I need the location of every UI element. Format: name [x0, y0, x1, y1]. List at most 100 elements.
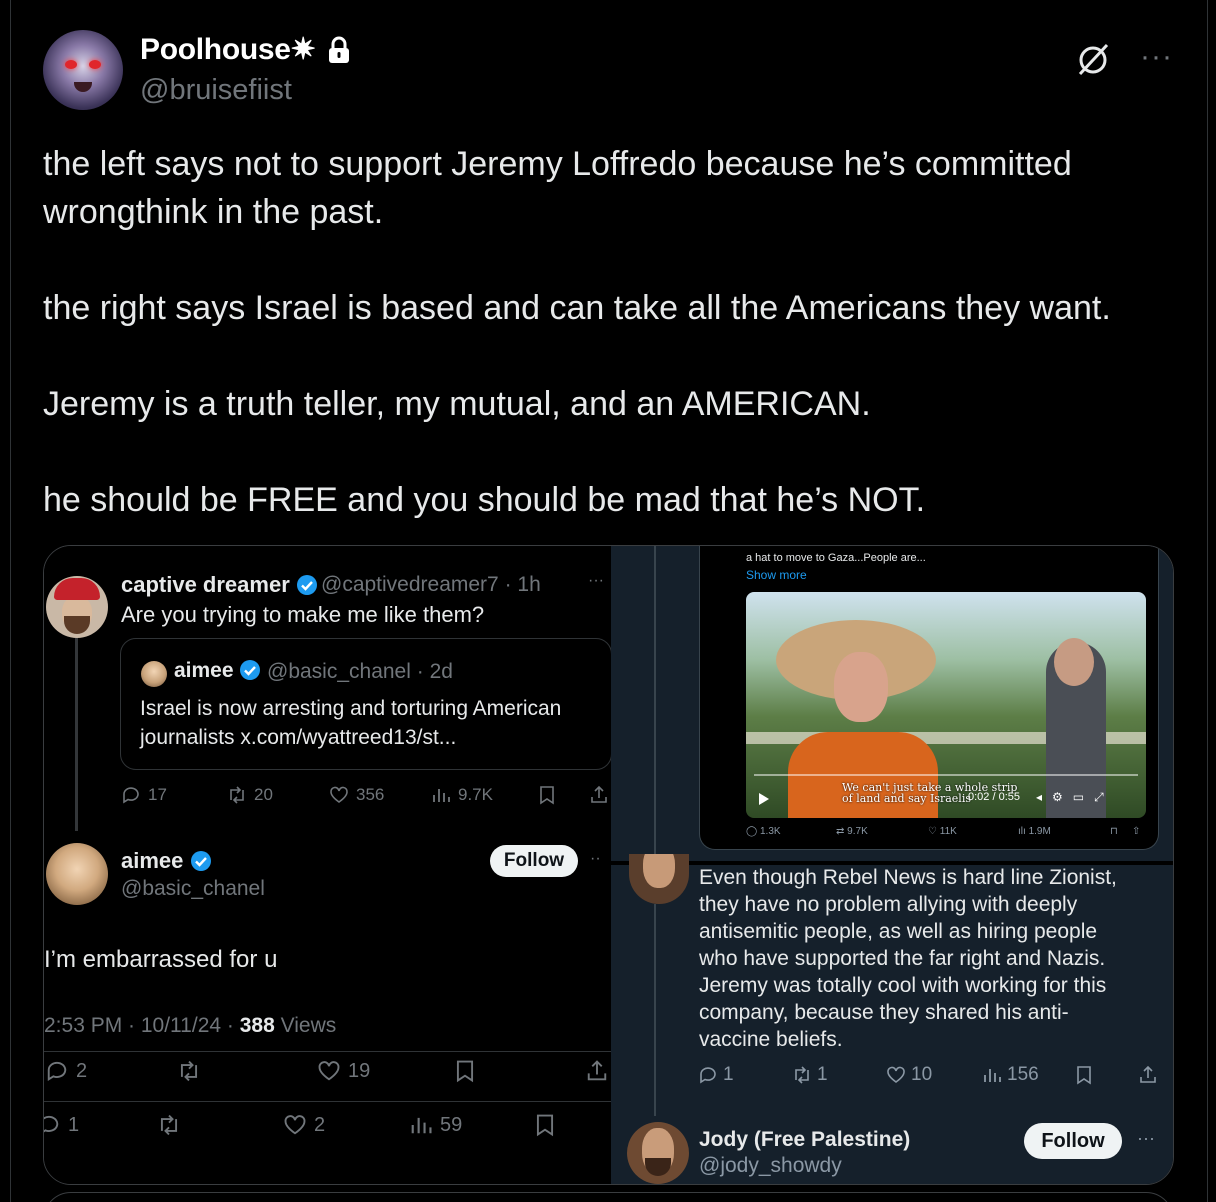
heart-icon	[330, 786, 348, 803]
captive-dreamer-avatar	[46, 576, 108, 638]
share-button	[588, 784, 610, 806]
repost-button	[176, 1058, 202, 1084]
author-avatar[interactable]	[43, 30, 123, 110]
quoted-text-snippet: a hat to move to Gaza...People are...	[746, 552, 926, 564]
like-count-value: 19	[348, 1059, 371, 1082]
analytics-icon	[984, 1069, 1001, 1082]
bookmark-icon	[456, 1060, 474, 1083]
reply-icon	[700, 1067, 716, 1084]
tweet-text: Are you trying to make me like them?	[121, 602, 485, 627]
bookmark-button	[532, 1112, 558, 1138]
left-frame-line	[10, 0, 11, 1202]
thread-line	[75, 636, 78, 831]
view-count: 9.7K	[430, 784, 493, 806]
avatar-eye	[89, 60, 101, 69]
video-controls: ◂⚙▭⤢	[1036, 790, 1114, 805]
share-button	[1137, 1064, 1159, 1086]
heart-icon	[284, 1115, 306, 1135]
repost-button	[156, 1112, 182, 1138]
quote-author-name: aimee	[174, 659, 261, 683]
quote-author-name-text: aimee	[174, 659, 234, 682]
reply-count: 1	[44, 1112, 79, 1138]
show-more-link: Show more	[746, 568, 807, 582]
aimee-handle: @basic_chanel	[121, 877, 265, 900]
divider	[44, 1051, 611, 1052]
view-count: 156	[981, 1064, 1039, 1086]
quoted-video-tweet: a hat to move to Gaza...People are... Sh…	[699, 546, 1159, 850]
repost-count: ⇄ 9.7K	[836, 826, 868, 837]
share-icon	[591, 785, 607, 803]
avatar-hat	[54, 578, 100, 600]
jody-handle: @jody_showdy	[699, 1154, 842, 1177]
aimee-name: aimee	[121, 848, 212, 874]
play-icon	[759, 793, 769, 805]
like-count-value: 2	[314, 1113, 326, 1136]
tweet-author-name: captive dreamer	[121, 572, 318, 598]
quote-text: Israel is now arresting and torturing Am…	[140, 697, 562, 749]
quote-author-handle: @basic_chanel · 2d	[267, 660, 453, 683]
view-count-value: 156	[1007, 1064, 1039, 1085]
jody-avatar-partial	[629, 854, 689, 904]
more-icon: ···	[1137, 1128, 1155, 1148]
fullscreen-icon: ⤢	[1094, 790, 1114, 804]
verified-badge-icon	[190, 851, 211, 871]
avatar-beard	[645, 1158, 671, 1176]
share-icon	[587, 1060, 607, 1081]
reply-icon	[123, 787, 139, 804]
bookmark-icon	[540, 786, 554, 805]
repost-count-value: 20	[254, 785, 273, 804]
divider	[44, 1101, 611, 1102]
view-count: 59	[408, 1112, 462, 1138]
reply-icon	[47, 1061, 67, 1081]
tweet-author-handle: @captivedreamer7 · 1h	[321, 573, 541, 596]
view-count: ılı 1.9M	[1018, 826, 1051, 837]
reply-count-value: 2	[76, 1059, 88, 1082]
aimee-name-text: aimee	[121, 848, 184, 873]
like-count: 356	[328, 784, 384, 806]
views-label: Views	[274, 1014, 337, 1037]
lock-icon	[329, 36, 349, 63]
more-options-icon[interactable]: ···	[1140, 40, 1173, 74]
repost-count: 1	[791, 1064, 828, 1086]
bookmark-icon	[536, 1114, 554, 1137]
author-display-name[interactable]: Poolhouse✷	[140, 32, 316, 67]
grok-icon[interactable]	[1074, 40, 1112, 78]
heart-icon	[887, 1066, 905, 1083]
repost-icon	[180, 1060, 198, 1082]
reply-count: 17	[120, 784, 167, 806]
heart-icon	[318, 1061, 340, 1081]
like-count: 2	[282, 1112, 325, 1138]
video-scene-face	[834, 652, 888, 722]
avatar-beard	[64, 616, 90, 634]
video-scene-man-head	[1054, 638, 1094, 686]
avatar-mouth	[74, 82, 92, 92]
repost-count: 20	[226, 784, 273, 806]
share-icon: ⇧	[1132, 826, 1141, 837]
video-player: We can't just take a whole strip of land…	[746, 592, 1146, 818]
screenshot-right: a hat to move to Gaza...People are... Sh…	[611, 546, 1173, 1184]
view-count-value: 9.7K	[458, 785, 493, 804]
more-icon: ··	[590, 850, 601, 867]
tweet-text: I’m embarrassed for u	[44, 946, 278, 973]
repost-count-value: 1	[817, 1064, 828, 1085]
analytics-icon	[411, 1117, 432, 1134]
bookmark-button	[536, 784, 558, 806]
tweet-timestamp: 2:53 PM · 10/11/24 · 388 Views	[44, 1014, 336, 1038]
repost-icon	[795, 1066, 809, 1084]
share-button	[584, 1058, 610, 1084]
repost-icon	[230, 786, 244, 804]
video-progress-bar	[754, 774, 1138, 776]
views-count: 388	[239, 1014, 275, 1037]
quote-author-avatar	[141, 661, 167, 687]
thread-line	[654, 546, 656, 861]
like-count-value: 10	[911, 1064, 933, 1085]
follow-button: Follow	[490, 845, 578, 877]
view-count-value: 1.9M	[1028, 826, 1051, 837]
bookmark-button	[1073, 1064, 1095, 1086]
repost-icon	[160, 1114, 178, 1136]
volume-icon: ◂	[1036, 790, 1053, 804]
follow-button: Follow	[1024, 1123, 1122, 1159]
post-media[interactable]: captive dreamer @captivedreamer7 · 1h ··…	[43, 545, 1174, 1185]
author-handle[interactable]: @bruisefiist	[140, 74, 292, 107]
settings-icon: ⚙	[1052, 790, 1073, 804]
